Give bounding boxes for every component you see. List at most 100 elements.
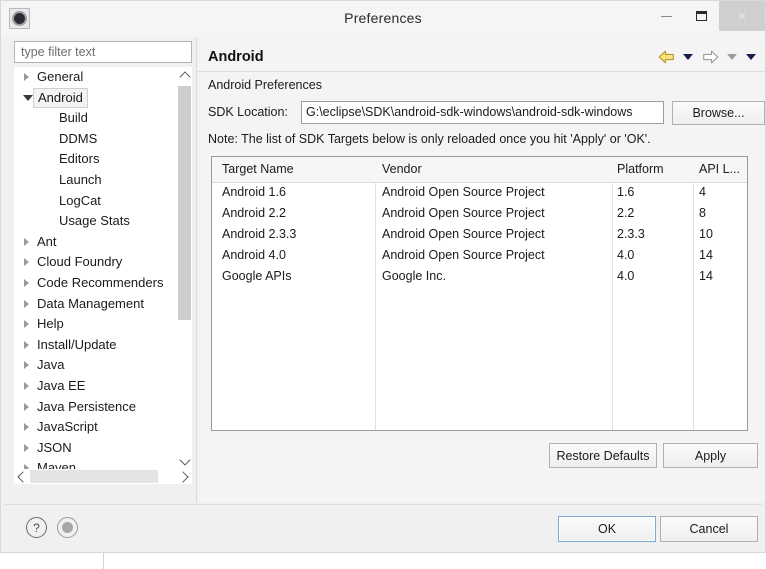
triangle-right-icon[interactable] xyxy=(24,361,29,370)
minimize-button[interactable] xyxy=(649,1,684,31)
sidebar-item-android[interactable]: Android xyxy=(14,87,192,109)
tree-vertical-scrollbar[interactable] xyxy=(177,67,192,469)
sidebar-item-general[interactable]: General xyxy=(14,67,192,88)
sidebar-item-java-persistence[interactable]: Java Persistence xyxy=(14,397,192,418)
scroll-right-button[interactable] xyxy=(177,469,192,484)
table-body: Android 1.6 Android Open Source Project 1.… xyxy=(212,183,747,288)
triangle-right-icon[interactable] xyxy=(24,340,29,349)
maximize-button[interactable] xyxy=(684,1,719,31)
sidebar-item-label: Java Persistence xyxy=(37,398,136,414)
back-history-dropdown[interactable] xyxy=(680,47,696,67)
table-cell: Android Open Source Project xyxy=(382,206,545,220)
table-cell: 10 xyxy=(699,227,713,241)
triangle-right-icon[interactable] xyxy=(24,320,29,329)
column-header[interactable]: Vendor xyxy=(382,162,422,176)
close-button[interactable]: × xyxy=(719,1,765,31)
table-header-row: Target Name Vendor Platform API L... xyxy=(212,157,747,183)
chevron-down-icon xyxy=(178,453,191,466)
column-header[interactable]: Platform xyxy=(617,162,664,176)
sidebar-item-java[interactable]: Java xyxy=(14,355,192,376)
triangle-down-icon[interactable] xyxy=(23,94,33,101)
scroll-down-button[interactable] xyxy=(177,453,192,469)
minimize-icon xyxy=(661,15,672,17)
sidebar-item-editors[interactable]: Editors xyxy=(14,149,192,170)
sidebar-item-data-management[interactable]: Data Management xyxy=(14,294,192,315)
browse-button[interactable]: Browse... xyxy=(672,101,765,125)
sidebar-item-launch[interactable]: Launch xyxy=(14,170,192,191)
triangle-right-icon[interactable] xyxy=(24,443,29,452)
sidebar-item-cloud-foundry[interactable]: Cloud Foundry xyxy=(14,252,192,273)
triangle-right-icon[interactable] xyxy=(24,258,29,267)
sidebar-item-usage-stats[interactable]: Usage Stats xyxy=(14,211,192,232)
forward-button[interactable] xyxy=(699,47,721,67)
filter-field[interactable]: type filter text xyxy=(14,41,192,63)
settings-wheel-icon[interactable] xyxy=(57,517,78,538)
sidebar-item-label: JSON xyxy=(37,439,72,455)
sidebar-item-logcat[interactable]: LogCat xyxy=(14,191,192,212)
scroll-up-button[interactable] xyxy=(177,67,192,83)
vertical-scroll-thumb[interactable] xyxy=(178,86,191,320)
sdk-location-label: SDK Location: xyxy=(208,105,288,119)
triangle-right-icon[interactable] xyxy=(24,278,29,287)
sidebar-item-install-update[interactable]: Install/Update xyxy=(14,335,192,356)
sidebar-item-json[interactable]: JSON xyxy=(14,438,192,459)
page-menu-button[interactable] xyxy=(743,47,759,67)
scroll-left-button[interactable] xyxy=(14,469,29,484)
chevron-down-icon xyxy=(746,54,756,60)
table-row[interactable]: Android 2.2 Android Open Source Project 2.… xyxy=(212,204,747,225)
sidebar-item-ddms[interactable]: DDMS xyxy=(14,129,192,150)
section-label: Android Preferences xyxy=(208,78,322,92)
horizontal-scroll-thumb[interactable] xyxy=(30,470,158,483)
sidebar-item-ant[interactable]: Ant xyxy=(14,232,192,253)
sidebar-item-label: DDMS xyxy=(59,130,98,146)
column-header[interactable]: Target Name xyxy=(222,162,294,176)
sidebar-item-label: Help xyxy=(37,316,64,332)
ok-button[interactable]: OK xyxy=(558,516,656,542)
preferences-dialog-screen: Preferences × type filter text General An… xyxy=(0,0,766,569)
sdk-targets-table[interactable]: Target Name Vendor Platform API L... Androi… xyxy=(211,156,748,431)
table-cell: Android 2.3.3 xyxy=(222,227,297,241)
chevron-right-icon xyxy=(177,470,189,483)
apply-button[interactable]: Apply xyxy=(663,443,758,468)
column-header[interactable]: API L... xyxy=(699,162,740,176)
triangle-right-icon[interactable] xyxy=(24,423,29,432)
triangle-right-icon[interactable] xyxy=(24,381,29,390)
chevron-down-icon xyxy=(727,54,737,60)
sidebar-item-build[interactable]: Build xyxy=(14,108,192,129)
table-row[interactable]: Android 2.3.3 Android Open Source Project… xyxy=(212,225,747,246)
window-controls: × xyxy=(649,1,765,31)
question-mark-icon[interactable]: ? xyxy=(26,517,47,538)
triangle-right-icon[interactable] xyxy=(24,299,29,308)
sdk-location-row: SDK Location: G:\eclipse\SDK\android-sdk… xyxy=(208,101,765,125)
sidebar-item-help[interactable]: Help xyxy=(14,314,192,335)
table-cell: Android 4.0 xyxy=(222,248,286,262)
sidebar-item-label: Java EE xyxy=(37,377,86,393)
table-cell: 4.0 xyxy=(617,248,635,262)
table-cell: 14 xyxy=(699,248,713,262)
cancel-button[interactable]: Cancel xyxy=(660,516,758,542)
preferences-tree[interactable]: General Android Build DDMS Editors Launch LogC… xyxy=(14,67,192,469)
triangle-right-icon[interactable] xyxy=(24,73,29,81)
table-cell: 1.6 xyxy=(617,185,635,199)
sidebar-item-code-recommenders[interactable]: Code Recommenders xyxy=(14,273,192,294)
back-button[interactable] xyxy=(655,47,677,67)
sidebar-item-javascript[interactable]: JavaScript xyxy=(14,417,192,438)
sdk-location-input[interactable]: G:\eclipse\SDK\android-sdk-windows\andro… xyxy=(301,101,664,124)
dialog-footer: ? OK Cancel xyxy=(5,504,762,550)
table-cell: 2.2 xyxy=(617,206,635,220)
table-row[interactable]: Android 4.0 Android Open Source Project 4.… xyxy=(212,246,747,267)
sidebar-item-label: Code Recommenders xyxy=(37,274,164,290)
sidebar-item-label: Editors xyxy=(59,151,100,167)
tree-horizontal-scrollbar[interactable] xyxy=(14,469,192,484)
forward-history-dropdown[interactable] xyxy=(724,47,740,67)
table-row[interactable]: Google APIs Google Inc. 4.0 14 xyxy=(212,267,747,288)
table-row[interactable]: Android 1.6 Android Open Source Project 1.… xyxy=(212,183,747,204)
sidebar-item-java-ee[interactable]: Java EE xyxy=(14,376,192,397)
table-cell: 4.0 xyxy=(617,269,635,283)
table-cell: 14 xyxy=(699,269,713,283)
sidebar-item-maven[interactable]: Maven xyxy=(14,458,192,469)
triangle-right-icon[interactable] xyxy=(24,237,29,246)
restore-defaults-button[interactable]: Restore Defaults xyxy=(549,443,657,468)
triangle-right-icon[interactable] xyxy=(24,402,29,411)
table-cell: Android 1.6 xyxy=(222,185,286,199)
